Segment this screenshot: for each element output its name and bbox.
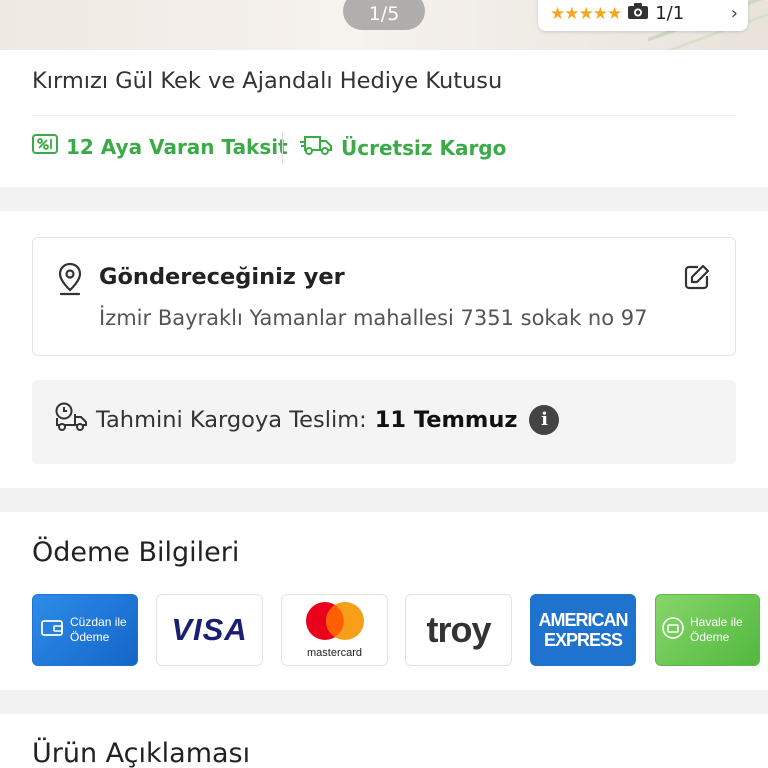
wallet-icon	[41, 619, 63, 641]
amex-payment-option[interactable]: AMERICAN EXPRESS	[530, 594, 636, 666]
address-text: İzmir Bayraklı Yamanlar mahallesi 7351 s…	[99, 306, 648, 330]
installment-perk[interactable]: 12 Aya Varan Taksit	[32, 134, 288, 159]
location-pin-icon	[57, 262, 83, 300]
wallet-payment-option[interactable]: Cüzdan ile Ödeme	[32, 594, 138, 666]
photo-review-count: 1/1	[655, 3, 685, 24]
estimated-delivery-box: Tahmini Kargoya Teslim: 11 Temmuz i	[32, 380, 736, 464]
info-icon[interactable]: i	[529, 405, 560, 435]
havale-label-line1: Havale ile	[690, 615, 743, 629]
troy-payment-option[interactable]: troy	[405, 594, 512, 666]
product-title: Kırmızı Gül Kek ve Ajandalı Hediye Kutus…	[32, 68, 503, 94]
wallet-label-line2: Ödeme	[70, 630, 110, 644]
edit-icon[interactable]	[683, 263, 711, 295]
visa-logo: VISA	[171, 612, 248, 647]
mastercard-label: mastercard	[306, 647, 363, 659]
camera-icon	[627, 2, 649, 25]
chevron-right-icon: ›	[730, 3, 738, 24]
delivery-label: Tahmini Kargoya Teslim:	[96, 407, 367, 433]
product-summary: Kırmızı Gül Kek ve Ajandalı Hediye Kutus…	[0, 50, 768, 187]
free-shipping-perk[interactable]: Ücretsiz Kargo	[299, 134, 506, 161]
visa-payment-option[interactable]: VISA	[156, 594, 263, 666]
delivery-address-card[interactable]: Göndereceğiniz yer İzmir Bayraklı Yamanl…	[32, 237, 736, 356]
gallery-pager: 1/5	[343, 0, 425, 30]
address-title: Göndereceğiniz yer	[99, 264, 345, 290]
free-shipping-label: Ücretsiz Kargo	[341, 135, 507, 160]
section-gap	[0, 690, 768, 714]
installment-label: 12 Aya Varan Taksit	[66, 134, 288, 159]
payment-heading: Ödeme Bilgileri	[32, 537, 240, 568]
bank-transfer-icon	[662, 617, 684, 643]
product-description-heading: Ürün Açıklaması	[32, 738, 251, 768]
star-rating-icon: ★★★★★	[550, 3, 622, 24]
havale-label-line2: Ödeme	[690, 630, 730, 644]
divider	[32, 115, 736, 116]
delivery-date: 11 Temmuz	[374, 407, 518, 433]
perk-divider	[282, 132, 283, 164]
mastercard-logo-icon	[302, 601, 368, 645]
delivery-truck-clock-icon	[54, 402, 88, 438]
mastercard-payment-option[interactable]: mastercard	[281, 594, 388, 666]
section-gap	[0, 187, 768, 211]
amex-logo-line1: AMERICAN	[538, 610, 629, 630]
bank-transfer-payment-option[interactable]: Havale ile Ödeme	[655, 594, 760, 666]
truck-icon	[299, 134, 333, 161]
wallet-label-line1: Cüzdan ile	[70, 615, 127, 629]
product-image-gallery[interactable]: 1/5 ★★★★★ 1/1 ›	[0, 0, 768, 50]
amex-logo-line2: EXPRESS	[543, 630, 623, 650]
estimated-delivery-row: Tahmini Kargoya Teslim: 11 Temmuz i	[54, 402, 560, 438]
section-gap	[0, 488, 768, 512]
troy-logo: troy	[426, 609, 491, 650]
installment-percent-icon	[32, 134, 58, 159]
rating-chip[interactable]: ★★★★★ 1/1 ›	[538, 0, 748, 31]
